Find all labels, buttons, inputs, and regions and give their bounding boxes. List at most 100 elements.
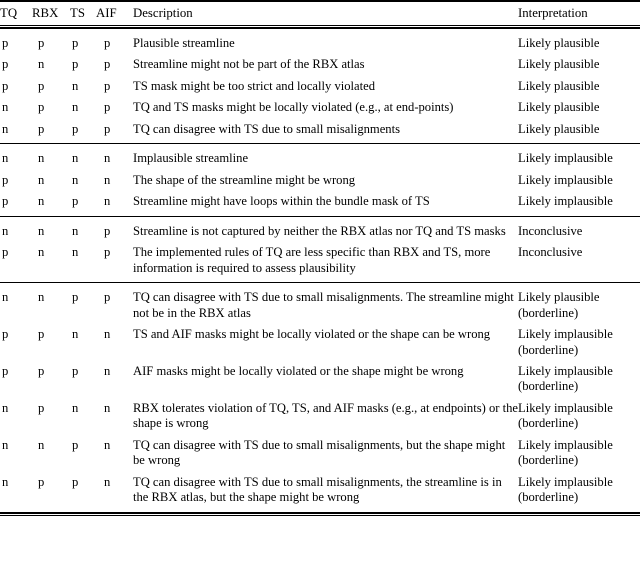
- interpretation-qualifier: (borderline): [518, 416, 579, 431]
- column-header-interpretation: Interpretation: [518, 6, 588, 20]
- cell-rbx: n: [38, 194, 45, 209]
- cell-rbx: p: [38, 121, 45, 136]
- cell-aif: n: [104, 151, 111, 166]
- cell-ts: p: [72, 474, 79, 489]
- cell-ts: n: [72, 400, 79, 415]
- interpretation-label: Likely plausible: [518, 35, 600, 50]
- table-row: p n p n Streamline might have loops within t…: [0, 189, 640, 215]
- interpretation-label: Likely plausible: [518, 121, 600, 136]
- interpretation-qualifier: (borderline): [518, 342, 579, 357]
- interpretation-label: Likely implausible: [518, 194, 613, 209]
- cell-ts: p: [72, 290, 79, 305]
- column-header-tq: TQ: [0, 6, 18, 20]
- cell-aif: n: [104, 172, 111, 187]
- cell-tq: p: [2, 327, 9, 342]
- cell-aif: n: [104, 364, 111, 378]
- borderline-group: n n p p TQ can disagree with TS due to small…: [0, 283, 640, 512]
- interpretation-qualifier: (borderline): [518, 490, 579, 505]
- table-row: p p p p Plausible streamline Likely plausible: [0, 29, 640, 52]
- cell-description: AIF masks might be locally violated or t…: [133, 364, 464, 378]
- cell-rbx: p: [38, 78, 45, 93]
- interpretation-label: Likely plausible: [518, 78, 600, 93]
- interpretation-label: Inconclusive: [518, 223, 583, 238]
- cell-rbx: n: [38, 290, 45, 305]
- interpretation-label: Likely implausible: [518, 364, 613, 378]
- interpretation-label: Likely plausible: [518, 57, 600, 72]
- cell-rbx: n: [38, 172, 45, 187]
- cell-aif: p: [104, 245, 111, 260]
- cell-ts: n: [72, 78, 79, 93]
- interpretation-label: Likely implausible: [518, 172, 613, 187]
- cell-aif: n: [104, 194, 111, 209]
- cell-description: The implemented rules of TQ are less spe…: [133, 245, 491, 275]
- table-row: n p n n RBX tolerates violation of TQ, TS, a…: [0, 396, 640, 433]
- plausibility-table-container: TQ RBX TS AIF Description Interpretation…: [0, 0, 640, 516]
- cell-tq: n: [2, 290, 9, 305]
- cell-interpretation: Inconclusive: [518, 240, 640, 282]
- cell-tq: n: [2, 151, 9, 166]
- cell-interpretation: Inconclusive: [518, 217, 640, 240]
- table-row: n n p p TQ can disagree with TS due to small…: [0, 283, 640, 322]
- cell-aif: p: [104, 78, 111, 93]
- cell-rbx: p: [38, 400, 45, 415]
- cell-tq: n: [2, 121, 9, 136]
- table-header-row: TQ RBX TS AIF Description Interpretation: [0, 2, 640, 25]
- interpretation-label: Likely implausible: [518, 474, 613, 489]
- column-header-aif: AIF: [96, 6, 117, 20]
- cell-interpretation: Likely plausible: [518, 52, 640, 73]
- cell-rbx: n: [38, 151, 45, 166]
- cell-interpretation: Likely plausible: [518, 74, 640, 95]
- inconclusive-group: n n n p Streamline is not captured by neithe…: [0, 217, 640, 282]
- table-row: p p n n TS and AIF masks might be locally vi…: [0, 322, 640, 359]
- cell-tq: p: [2, 35, 9, 50]
- table-row: p p p n AIF masks might be locally violated …: [0, 359, 640, 396]
- interpretation-label: Likely implausible: [518, 437, 613, 452]
- cell-aif: p: [104, 121, 111, 136]
- cell-description: RBX tolerates violation of TQ, TS, and A…: [133, 400, 518, 431]
- cell-interpretation: Likely implausible: [518, 189, 640, 215]
- interpretation-qualifier: (borderline): [518, 453, 579, 468]
- cell-ts: p: [72, 35, 79, 50]
- cell-rbx: p: [38, 364, 45, 378]
- cell-ts: p: [72, 121, 79, 136]
- cell-description: TQ can disagree with TS due to small mis…: [133, 474, 502, 505]
- interpretation-label: Likely implausible: [518, 151, 613, 166]
- cell-aif: p: [104, 35, 111, 50]
- cell-tq: p: [2, 194, 9, 209]
- cell-aif: n: [104, 400, 111, 415]
- cell-rbx: n: [38, 223, 45, 238]
- cell-description: TQ can disagree with TS due to small mis…: [133, 121, 400, 136]
- cell-description: TQ can disagree with TS due to small mis…: [133, 437, 506, 468]
- cell-aif: n: [104, 327, 111, 342]
- table-row: n p p n TQ can disagree with TS due to small…: [0, 470, 640, 512]
- interpretation-label: Likely implausible: [518, 400, 613, 415]
- cell-interpretation: Likely plausible: [518, 95, 640, 116]
- cell-description: TS mask might be too strict and locally …: [133, 78, 376, 93]
- cell-aif: p: [104, 100, 111, 115]
- interpretation-label: Likely plausible: [518, 290, 600, 305]
- cell-rbx: p: [38, 100, 45, 115]
- cell-ts: n: [72, 327, 79, 342]
- cell-ts: p: [72, 194, 79, 209]
- cell-description: Streamline is not captured by neither th…: [133, 223, 506, 238]
- cell-ts: n: [72, 245, 79, 260]
- column-header-rbx: RBX: [32, 6, 59, 20]
- table-row: p n n n The shape of the streamline might be…: [0, 168, 640, 189]
- plausibility-table: TQ RBX TS AIF Description Interpretation…: [0, 2, 640, 512]
- cell-rbx: p: [38, 327, 45, 342]
- interpretation-label: Likely implausible: [518, 327, 613, 342]
- cell-tq: n: [2, 437, 9, 452]
- cell-rbx: n: [38, 437, 45, 452]
- cell-interpretation: Likely plausible (borderline): [518, 283, 640, 322]
- cell-description: TS and AIF masks might be locally violat…: [133, 327, 491, 342]
- cell-ts: p: [72, 437, 79, 452]
- cell-tq: p: [2, 364, 9, 378]
- table-row: p n p p Streamline might not be part of the …: [0, 52, 640, 73]
- table-row: n p n p TQ and TS masks might be locally vio…: [0, 95, 640, 116]
- cell-tq: n: [2, 100, 9, 115]
- cell-ts: n: [72, 223, 79, 238]
- cell-rbx: p: [38, 474, 45, 489]
- cell-interpretation: Likely implausible (borderline): [518, 433, 640, 470]
- cell-interpretation: Likely implausible (borderline): [518, 322, 640, 359]
- table-row: n n n p Streamline is not captured by neithe…: [0, 217, 640, 240]
